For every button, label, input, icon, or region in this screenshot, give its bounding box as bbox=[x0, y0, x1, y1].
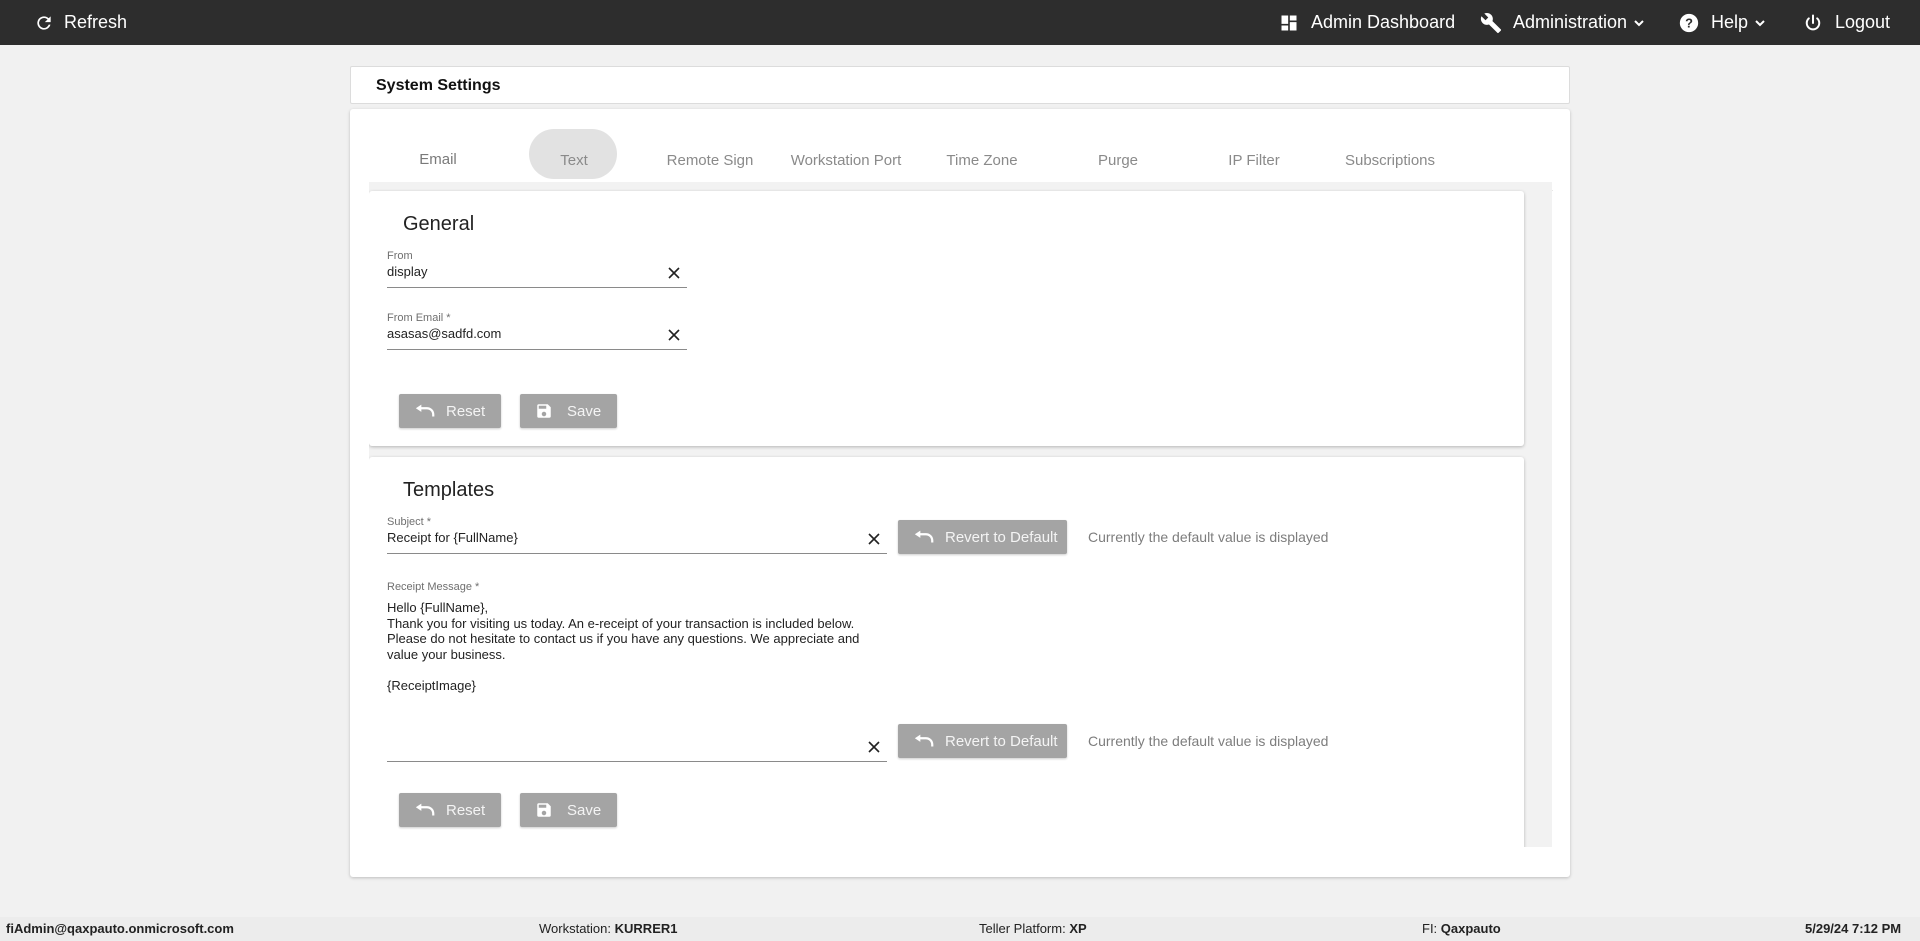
undo-icon bbox=[913, 733, 935, 749]
clear-icon[interactable] bbox=[867, 532, 881, 546]
refresh-icon bbox=[34, 13, 54, 33]
tab-content-scroll[interactable]: General From display From Email * asasas… bbox=[369, 182, 1552, 847]
reset-label: Reset bbox=[446, 801, 486, 819]
status-bar: fiAdmin@qaxpauto.onmicrosoft.com Worksta… bbox=[0, 917, 1920, 941]
subject-field[interactable]: Subject * Receipt for {FullName} bbox=[387, 516, 887, 556]
subject-revert-button[interactable]: Revert to Default bbox=[898, 520, 1067, 554]
settings-card: Email Text Remote Sign Workstation Port … bbox=[350, 109, 1570, 877]
logout-button[interactable]: Logout bbox=[1803, 0, 1890, 45]
general-title: General bbox=[403, 213, 475, 235]
save-label: Save bbox=[567, 801, 602, 819]
receipt-message-underline bbox=[387, 761, 887, 762]
page-title-card: System Settings bbox=[350, 66, 1570, 104]
from-email-underline bbox=[387, 349, 687, 350]
help-label: Help bbox=[1711, 12, 1749, 32]
subject-underline bbox=[387, 553, 887, 554]
message-default-note: Currently the default value is displayed bbox=[1088, 733, 1329, 749]
status-user: fiAdmin@qaxpauto.onmicrosoft.com bbox=[6, 921, 234, 936]
from-email-label: From Email * bbox=[387, 312, 451, 324]
revert-label: Revert to Default bbox=[945, 732, 1058, 750]
administration-label: Administration bbox=[1513, 12, 1628, 32]
receipt-message-field[interactable]: Receipt Message * Hello {FullName}, Than… bbox=[387, 581, 887, 762]
revert-label: Revert to Default bbox=[945, 528, 1058, 546]
templates-reset-button[interactable]: Reset bbox=[399, 793, 501, 827]
undo-icon bbox=[414, 802, 436, 818]
top-nav-bar: Refresh Admin Dashboard Administration ?… bbox=[0, 0, 1920, 45]
general-save-button[interactable]: Save bbox=[520, 394, 617, 428]
chevron-down-icon bbox=[1754, 17, 1766, 29]
from-field[interactable]: From display bbox=[387, 250, 687, 290]
subject-label: Subject * bbox=[387, 516, 432, 528]
receipt-message-label: Receipt Message * bbox=[387, 581, 480, 593]
templates-title: Templates bbox=[403, 479, 495, 501]
status-teller-platform: Teller Platform: XP bbox=[979, 921, 1087, 936]
status-datetime: 5/29/24 7:12 PM bbox=[1805, 921, 1902, 936]
templates-panel: Templates Subject * Receipt for {FullNam… bbox=[369, 457, 1524, 847]
chevron-down-icon bbox=[1633, 17, 1645, 29]
templates-save-button[interactable]: Save bbox=[520, 793, 617, 827]
message-revert-button[interactable]: Revert to Default bbox=[898, 724, 1067, 758]
administration-menu[interactable]: Administration bbox=[1480, 0, 1645, 45]
subject-value[interactable]: Receipt for {FullName} bbox=[387, 530, 518, 545]
undo-icon bbox=[414, 403, 436, 419]
status-workstation: Workstation: KURRER1 bbox=[539, 921, 678, 936]
clear-icon[interactable] bbox=[867, 740, 881, 754]
clear-icon[interactable] bbox=[667, 328, 681, 342]
reset-label: Reset bbox=[446, 402, 486, 420]
undo-icon bbox=[913, 529, 935, 545]
from-label: From bbox=[387, 250, 413, 262]
help-icon: ? bbox=[1678, 12, 1700, 34]
clear-icon[interactable] bbox=[667, 266, 681, 280]
from-email-field[interactable]: From Email * asasas@sadfd.com bbox=[387, 312, 687, 352]
save-label: Save bbox=[567, 402, 602, 420]
save-icon bbox=[535, 402, 553, 420]
page-title: System Settings bbox=[376, 77, 501, 94]
status-fi: FI: Qaxpauto bbox=[1422, 921, 1501, 936]
refresh-label: Refresh bbox=[64, 12, 128, 32]
from-value[interactable]: display bbox=[387, 264, 427, 279]
subject-default-note: Currently the default value is displayed bbox=[1088, 529, 1329, 545]
wrench-icon bbox=[1480, 12, 1502, 34]
from-underline bbox=[387, 287, 687, 288]
save-icon bbox=[535, 801, 553, 819]
admin-dashboard-link[interactable]: Admin Dashboard bbox=[1279, 0, 1455, 45]
admin-dashboard-label: Admin Dashboard bbox=[1311, 12, 1456, 32]
general-panel: General From display From Email * asasas… bbox=[369, 191, 1524, 446]
logout-label: Logout bbox=[1835, 12, 1891, 32]
refresh-button[interactable]: Refresh bbox=[34, 0, 127, 45]
general-reset-button[interactable]: Reset bbox=[399, 394, 501, 428]
receipt-message-value[interactable]: Hello {FullName}, Thank you for visiting… bbox=[387, 600, 867, 694]
svg-text:?: ? bbox=[1685, 15, 1693, 30]
from-email-value[interactable]: asasas@sadfd.com bbox=[387, 326, 501, 341]
help-menu[interactable]: ? Help bbox=[1678, 0, 1766, 45]
dashboard-icon bbox=[1279, 13, 1299, 33]
power-icon bbox=[1803, 13, 1823, 33]
